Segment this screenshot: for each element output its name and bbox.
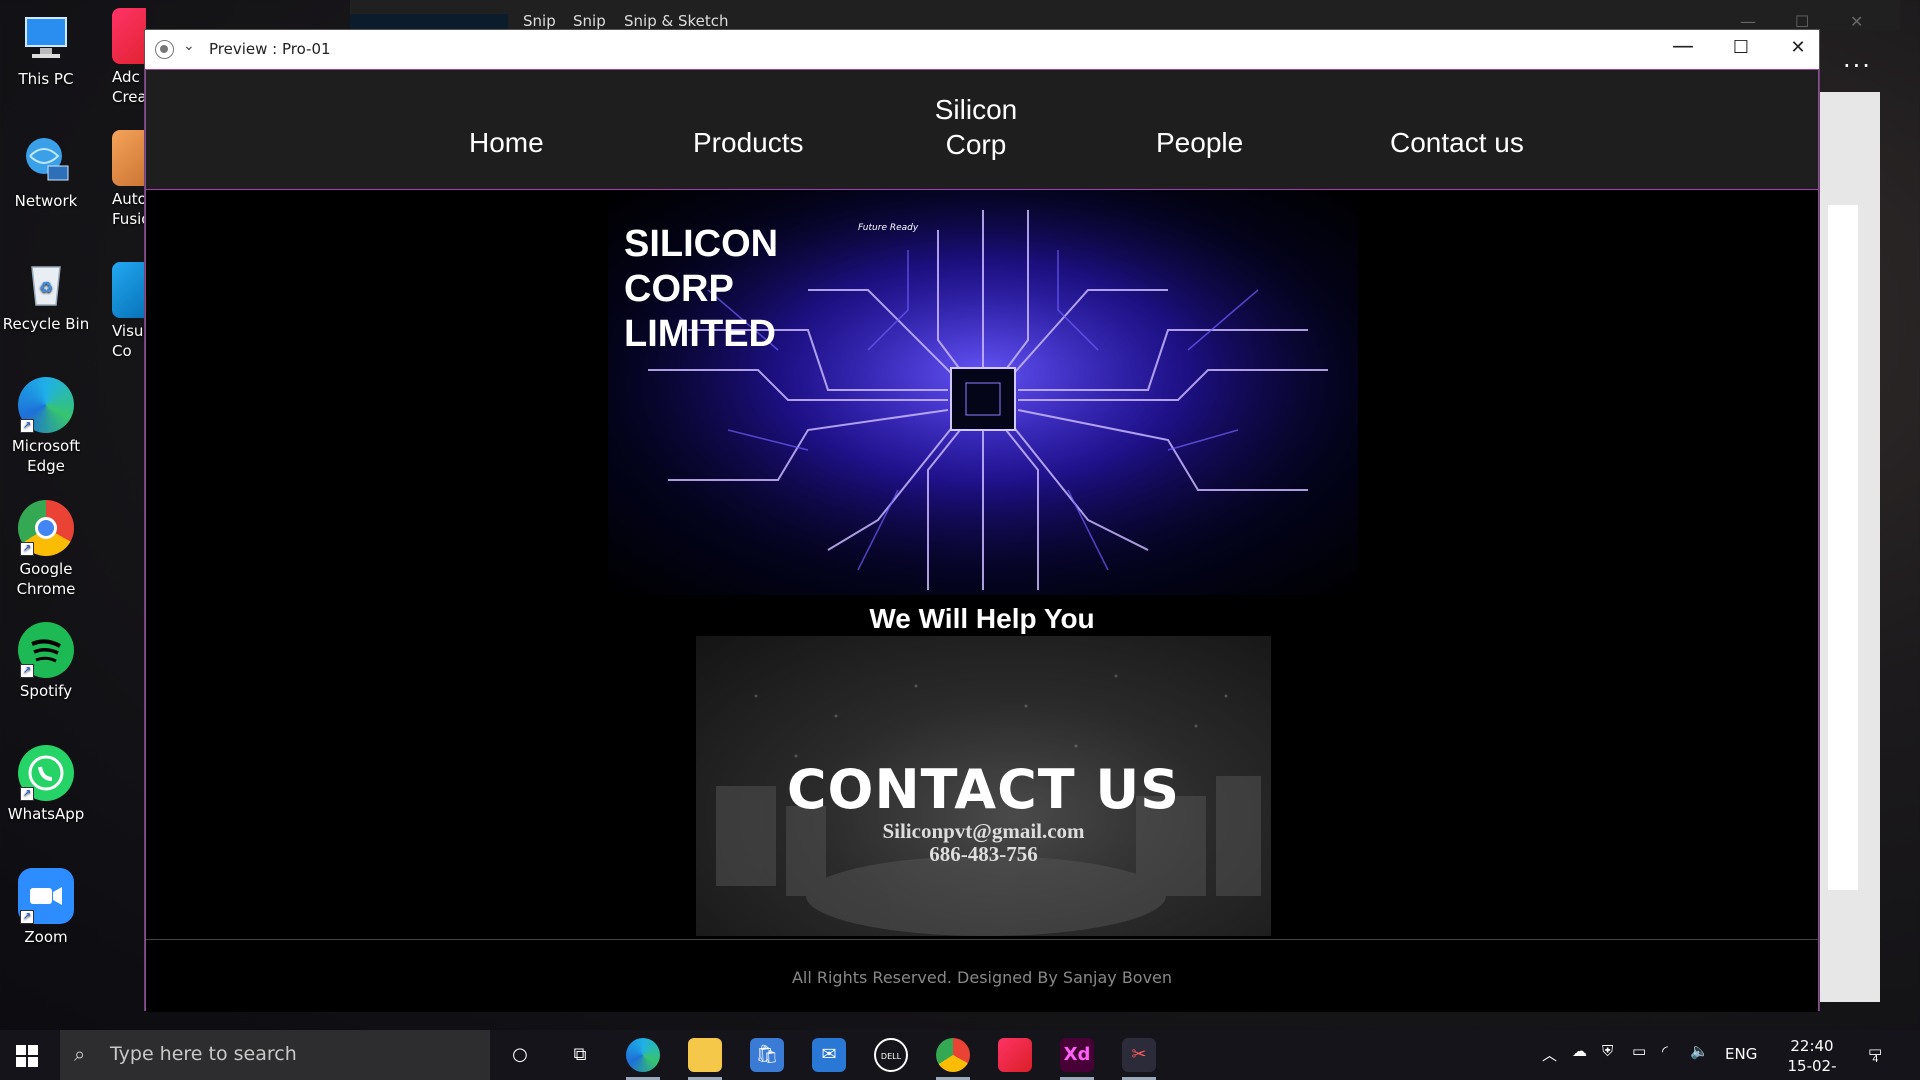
task-view-icon[interactable]: ⧉ bbox=[563, 1038, 597, 1072]
desktop-icon-label: Adc Crea bbox=[112, 68, 146, 106]
hero-title-line: LIMITED bbox=[624, 313, 776, 355]
desktop-icon-zoom[interactable]: ↗ Zoom bbox=[0, 868, 92, 948]
desktop-icon-chrome[interactable]: ↗ Google Chrome bbox=[0, 500, 92, 599]
background-tab[interactable]: Snip bbox=[523, 12, 556, 30]
desktop-icon-adobe-cc[interactable]: Adc Crea bbox=[112, 8, 146, 107]
chip-label: Future Ready bbox=[858, 223, 919, 233]
nav-home[interactable]: Home bbox=[469, 127, 544, 159]
cortana-icon[interactable]: ○ bbox=[503, 1038, 537, 1072]
mail-icon[interactable]: ✉ bbox=[812, 1038, 846, 1072]
notifications-icon[interactable]: ▭4 bbox=[1868, 1042, 1889, 1065]
desktop-icon-label: Auto Fusio bbox=[112, 190, 146, 228]
website-preview: Home Products Silicon Corp People Contac… bbox=[145, 69, 1819, 1012]
security-icon[interactable]: ⛨ bbox=[1602, 1042, 1613, 1060]
vscode-icon bbox=[112, 262, 146, 318]
onedrive-icon[interactable]: ☁ bbox=[1572, 1042, 1587, 1060]
desktop-icon-label: Recycle Bin bbox=[2, 315, 90, 333]
desktop-icon-label: Visual Co bbox=[112, 322, 146, 360]
hero-title-line: SILICON bbox=[624, 223, 779, 265]
site-footer: All Rights Reserved. Designed By Sanjay … bbox=[146, 939, 1818, 1012]
clock-date: 15-02-2021 bbox=[1787, 1057, 1837, 1080]
desktop-icon-edge[interactable]: ↗ Microsoft Edge bbox=[0, 377, 92, 476]
desktop-icon-label: Network bbox=[14, 192, 78, 210]
desktop-icon-label: Google Chrome bbox=[16, 560, 76, 598]
close-button[interactable]: ✕ bbox=[1778, 37, 1818, 58]
battery-icon[interactable]: ▭ bbox=[1632, 1042, 1646, 1060]
chrome-icon: ↗ bbox=[18, 500, 74, 556]
background-tab[interactable]: Snip & Sketch bbox=[624, 12, 729, 30]
edge-icon: ↗ bbox=[18, 377, 74, 433]
desktop-icon-label: Zoom bbox=[24, 928, 68, 946]
background-panel-inner bbox=[1828, 205, 1858, 890]
windows-start-icon[interactable] bbox=[16, 1045, 38, 1067]
dell-icon[interactable]: DELL bbox=[874, 1038, 908, 1072]
desktop-icon-spotify[interactable]: ↗ Spotify bbox=[0, 622, 92, 702]
desktop-icon-label: WhatsApp bbox=[7, 805, 85, 823]
adobe-cc-icon bbox=[112, 8, 146, 64]
search-placeholder: Type here to search bbox=[110, 1043, 297, 1065]
chevron-down-icon[interactable]: ⌄ bbox=[183, 38, 195, 54]
adobe-xd-icon[interactable]: Xd bbox=[1060, 1038, 1094, 1080]
window-titlebar: ⌄ Preview : Pro-01 — ☐ ✕ bbox=[145, 30, 1819, 69]
desktop-icon-label: This PC bbox=[18, 70, 74, 88]
site-navbar: Home Products Silicon Corp People Contac… bbox=[146, 70, 1818, 190]
clock[interactable]: 22:40 15-02-2021 bbox=[1772, 1036, 1852, 1080]
recycle-bin-icon: ♻ bbox=[18, 255, 74, 311]
desktop-icon-vscode[interactable]: Visual Co bbox=[112, 262, 146, 361]
contact-section: CONTACT US Siliconpvt@gmail.com 686-483-… bbox=[696, 636, 1271, 936]
record-icon[interactable] bbox=[155, 40, 174, 59]
network-icon bbox=[18, 132, 74, 188]
show-hidden-icons-icon[interactable]: ︿ bbox=[1542, 1044, 1557, 1065]
language-indicator[interactable]: ENG bbox=[1725, 1045, 1757, 1063]
zoom-icon: ↗ bbox=[18, 868, 74, 924]
maximize-button[interactable]: ☐ bbox=[1721, 37, 1761, 58]
creative-cloud-icon[interactable] bbox=[998, 1038, 1032, 1072]
desktop-icon-label: Spotify bbox=[19, 682, 73, 700]
desktop-icon-recycle-bin[interactable]: ♻ Recycle Bin bbox=[0, 255, 92, 335]
site-logo[interactable]: Silicon Corp bbox=[926, 92, 1026, 162]
desktop-icon-this-pc[interactable]: This PC bbox=[0, 10, 92, 90]
desktop-icon-whatsapp[interactable]: ↗ WhatsApp bbox=[0, 745, 92, 825]
edge-icon[interactable] bbox=[626, 1038, 660, 1080]
contact-heading: CONTACT US bbox=[786, 758, 1181, 821]
store-icon[interactable]: 🛍 bbox=[750, 1038, 784, 1072]
hero-banner: Future Ready SILICON CORP LIMITED bbox=[608, 190, 1358, 595]
logo-line: Corp bbox=[945, 129, 1007, 160]
volume-icon[interactable]: 🔈 bbox=[1690, 1042, 1709, 1060]
nav-contact[interactable]: Contact us bbox=[1390, 127, 1524, 159]
preview-window: ⌄ Preview : Pro-01 — ☐ ✕ Home Products S… bbox=[144, 29, 1820, 1012]
more-options-icon[interactable]: ··· bbox=[1843, 52, 1872, 80]
help-heading: We Will Help You bbox=[869, 603, 1095, 634]
background-snip-app: Snip Snip Snip & Sketch — ☐ ✕ bbox=[350, 0, 1900, 31]
hero-title: SILICON CORP LIMITED bbox=[624, 222, 778, 357]
desktop-icon-network[interactable]: Network bbox=[0, 132, 92, 212]
desktop-icon-autodesk-fusion[interactable]: Auto Fusio bbox=[112, 130, 146, 229]
minimize-button[interactable]: — bbox=[1663, 34, 1703, 59]
contact-phone[interactable]: 686-483-756 bbox=[696, 842, 1271, 867]
nav-products[interactable]: Products bbox=[693, 127, 804, 159]
autodesk-fusion-icon bbox=[112, 130, 146, 186]
this-pc-icon bbox=[18, 10, 74, 66]
svg-text:♻: ♻ bbox=[39, 278, 53, 297]
clock-time: 22:40 bbox=[1790, 1037, 1834, 1055]
background-tab[interactable]: Snip bbox=[573, 12, 606, 30]
background-thumbnail bbox=[350, 14, 508, 30]
search-icon: ⌕ bbox=[74, 1042, 86, 1066]
taskbar: ⌕ Type here to search ○ ⧉ 🛍 ✉ DELL Xd ✂ … bbox=[0, 1030, 1920, 1080]
hero-title-line: CORP bbox=[624, 268, 734, 310]
chrome-icon[interactable] bbox=[936, 1038, 970, 1080]
taskbar-search[interactable]: ⌕ Type here to search bbox=[60, 1030, 490, 1080]
spotify-icon: ↗ bbox=[18, 622, 74, 678]
whatsapp-icon: ↗ bbox=[18, 745, 74, 801]
nav-people[interactable]: People bbox=[1156, 127, 1243, 159]
desktop-icon-label: Microsoft Edge bbox=[11, 437, 81, 475]
contact-email[interactable]: Siliconpvt@gmail.com bbox=[696, 819, 1271, 844]
window-title: Preview : Pro-01 bbox=[209, 40, 331, 58]
snip-sketch-icon[interactable]: ✂ bbox=[1122, 1038, 1156, 1080]
file-explorer-icon[interactable] bbox=[688, 1038, 722, 1080]
logo-line: Silicon bbox=[934, 94, 1018, 125]
background-close-icon[interactable]: ✕ bbox=[1850, 12, 1863, 31]
wifi-icon[interactable]: ◜ bbox=[1662, 1042, 1668, 1060]
notifications-count: 4 bbox=[1872, 1054, 1879, 1065]
